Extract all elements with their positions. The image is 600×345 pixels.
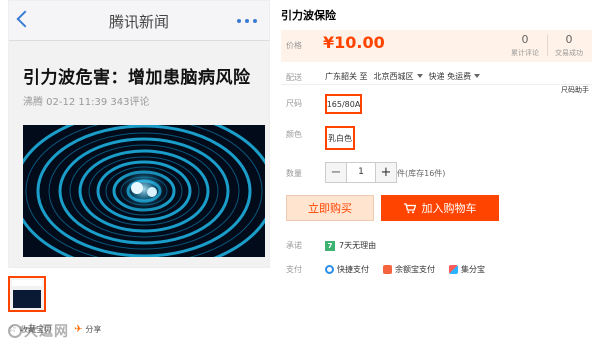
cart-icon <box>403 202 416 213</box>
quick-pay-icon <box>325 265 334 274</box>
quantity-input[interactable]: 1 <box>346 163 376 182</box>
delivery-label: 配送 <box>286 73 302 82</box>
main-product-image: 腾讯新闻 引力波危害：增加患脑病风险 沸腾 02-12 11:39 343评论 <box>8 0 270 268</box>
color-label: 颜色 <box>286 130 302 139</box>
promise-row: 7 7天无理由 <box>325 240 376 251</box>
gravitational-wave-image <box>23 125 265 257</box>
delivery-from: 广东韶关 至 <box>325 72 368 81</box>
delivery-to-select[interactable]: 北京西城区 <box>374 71 423 82</box>
chevron-down-icon <box>474 74 481 78</box>
yuebao-icon <box>383 265 392 274</box>
article-meta: 沸腾 02-12 11:39 343评论 <box>23 97 150 108</box>
jifenbao-icon <box>449 265 458 274</box>
buy-now-button[interactable]: 立即购买 <box>286 195 374 221</box>
more-dots-icon <box>237 19 257 23</box>
quantity-increase-button[interactable]: + <box>376 163 396 182</box>
color-option-milky-white[interactable]: 乳白色 <box>325 126 355 150</box>
size-helper-link[interactable]: 尺码助手 <box>561 85 589 95</box>
size-option-165-80a[interactable]: 165/80A <box>325 94 362 114</box>
promise-label: 承诺 <box>286 241 302 250</box>
payment-method-yuebao[interactable]: 余额宝支付 <box>383 264 435 275</box>
phone-nav-bar: 腾讯新闻 <box>9 1 269 41</box>
quantity-stepper: − 1 + <box>325 162 397 183</box>
stock-text: 件(库存16件) <box>397 169 446 178</box>
share-button[interactable]: ✈ 分享 <box>74 324 101 335</box>
spiral-wave-graphic <box>23 125 265 257</box>
watermark-logo-icon <box>8 324 22 338</box>
sales-label: 交易成功 <box>555 49 583 57</box>
watermark: 大逗网 <box>8 321 69 341</box>
divider <box>281 84 592 85</box>
sales-stat: 0 交易成功 <box>547 33 591 58</box>
quantity-label: 数量 <box>286 169 302 178</box>
add-to-cart-button[interactable]: 加入购物车 <box>381 195 499 221</box>
payment-method-jifenbao[interactable]: 集分宝 <box>449 264 485 275</box>
payment-label: 支付 <box>286 265 302 274</box>
promise-text[interactable]: 7天无理由 <box>339 240 376 251</box>
quantity-decrease-button[interactable]: − <box>326 163 346 182</box>
reviews-label: 累计评论 <box>511 49 539 57</box>
reviews-count: 0 <box>521 33 529 46</box>
product-title: 引力波保险 <box>281 9 336 22</box>
reviews-stat[interactable]: 0 累计评论 <box>503 33 547 58</box>
chevron-down-icon <box>416 74 423 78</box>
payment-methods: 快捷支付 余额宝支付 集分宝 <box>325 264 485 275</box>
payment-method-quick[interactable]: 快捷支付 <box>325 264 369 275</box>
shipping-select[interactable]: 快递 免运费 <box>429 71 481 82</box>
seven-day-return-icon: 7 <box>325 240 335 251</box>
sales-count: 0 <box>565 33 573 46</box>
size-label: 尺码 <box>286 99 302 108</box>
article-headline: 引力波危害：增加患脑病风险 <box>23 68 251 88</box>
share-icon: ✈ <box>73 324 83 335</box>
price-value: ¥10.00 <box>323 33 385 52</box>
gallery-thumbnail[interactable] <box>8 276 46 312</box>
phone-nav-title: 腾讯新闻 <box>108 13 169 31</box>
delivery-row: 广东韶关 至 北京西城区 快递 免运费 <box>325 71 481 82</box>
price-label: 价格 <box>286 41 302 50</box>
